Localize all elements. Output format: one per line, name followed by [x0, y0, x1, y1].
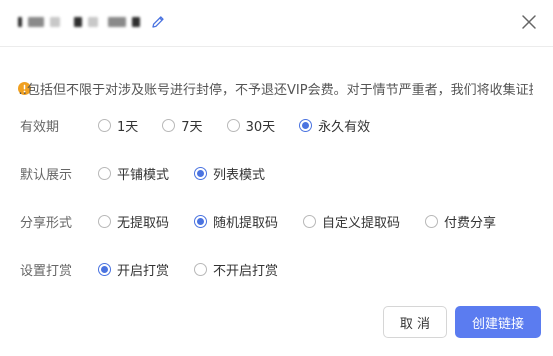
dialog-title-redacted [18, 12, 166, 32]
option-label: 平铺模式 [117, 167, 170, 183]
warning-notice: …包括但不限于对涉及账号进行封停，不予退还VIP会费。对于情节严重者，我们将收集… [18, 78, 533, 98]
tip-option-disable[interactable]: 不开启打赏 [194, 260, 278, 279]
validity-label: 有效期 [20, 119, 60, 135]
option-label: 无提取码 [117, 215, 170, 231]
option-label: 付费分享 [444, 215, 497, 231]
validity-option-7days[interactable]: 7天 [162, 116, 203, 135]
validity-option-permanent[interactable]: 永久有效 [299, 116, 370, 135]
option-label: 随机提取码 [213, 215, 279, 231]
radio-button[interactable] [303, 214, 317, 228]
share-type-row: 分享形式 无提取码 随机提取码 自定义提取码 付费分享 [20, 211, 496, 231]
option-label: 开启打赏 [117, 263, 170, 279]
display-option-tile[interactable]: 平铺模式 [98, 164, 169, 183]
redacted-text [28, 17, 44, 27]
option-label: 永久有效 [318, 119, 371, 135]
share-option-no-code[interactable]: 无提取码 [98, 212, 169, 231]
radio-button[interactable] [226, 118, 240, 132]
redacted-text [88, 17, 98, 27]
redacted-text [132, 17, 140, 27]
option-label: 自定义提取码 [322, 215, 401, 231]
option-label: 不开启打赏 [213, 263, 279, 279]
radio-button[interactable] [98, 118, 111, 132]
tip-row: 设置打赏 开启打赏 不开启打赏 [20, 259, 303, 279]
validity-row: 有效期 1天 7天 30天 永久有效 [20, 115, 395, 135]
validity-option-30days[interactable]: 30天 [226, 116, 276, 135]
tip-option-enable[interactable]: 开启打赏 [98, 260, 169, 279]
validity-option-1day[interactable]: 1天 [98, 116, 138, 135]
share-option-paid[interactable]: 付费分享 [425, 212, 496, 231]
radio-button[interactable] [162, 118, 176, 132]
dialog-header [0, 0, 553, 47]
radio-button-checked[interactable] [299, 118, 313, 132]
redacted-text [50, 17, 60, 27]
create-link-button[interactable]: 创建链接 [455, 306, 541, 338]
option-label: 1天 [117, 119, 139, 135]
share-option-random-code[interactable]: 随机提取码 [194, 212, 278, 231]
redacted-text [18, 17, 22, 27]
cancel-button[interactable]: 取 消 [383, 306, 447, 338]
pencil-edit-icon[interactable] [150, 14, 166, 30]
radio-button-checked[interactable] [194, 214, 208, 228]
share-option-custom-code[interactable]: 自定义提取码 [303, 212, 400, 231]
radio-button[interactable] [98, 214, 111, 228]
display-option-list[interactable]: 列表模式 [194, 164, 265, 183]
redacted-text [74, 17, 82, 27]
option-label: 30天 [245, 119, 276, 135]
radio-button-checked[interactable] [194, 166, 208, 180]
close-icon[interactable] [519, 12, 539, 32]
radio-button-checked[interactable] [98, 262, 111, 276]
option-label: 列表模式 [213, 167, 266, 183]
notice-text: …包括但不限于对涉及账号进行封停，不予退还VIP会费。对于情节严重者，我们将收集… [18, 82, 533, 98]
display-label: 默认展示 [20, 167, 73, 183]
radio-button[interactable] [98, 166, 111, 180]
share-link-dialog: …包括但不限于对涉及账号进行封停，不予退还VIP会费。对于情节严重者，我们将收集… [0, 0, 553, 356]
display-row: 默认展示 平铺模式 列表模式 [20, 163, 290, 183]
redacted-text [108, 17, 126, 27]
share-type-label: 分享形式 [20, 215, 73, 231]
option-label: 7天 [181, 119, 203, 135]
dialog-footer: 取 消 创建链接 [383, 306, 541, 338]
radio-button[interactable] [194, 262, 208, 276]
radio-button[interactable] [425, 214, 439, 228]
tip-label: 设置打赏 [20, 263, 73, 279]
